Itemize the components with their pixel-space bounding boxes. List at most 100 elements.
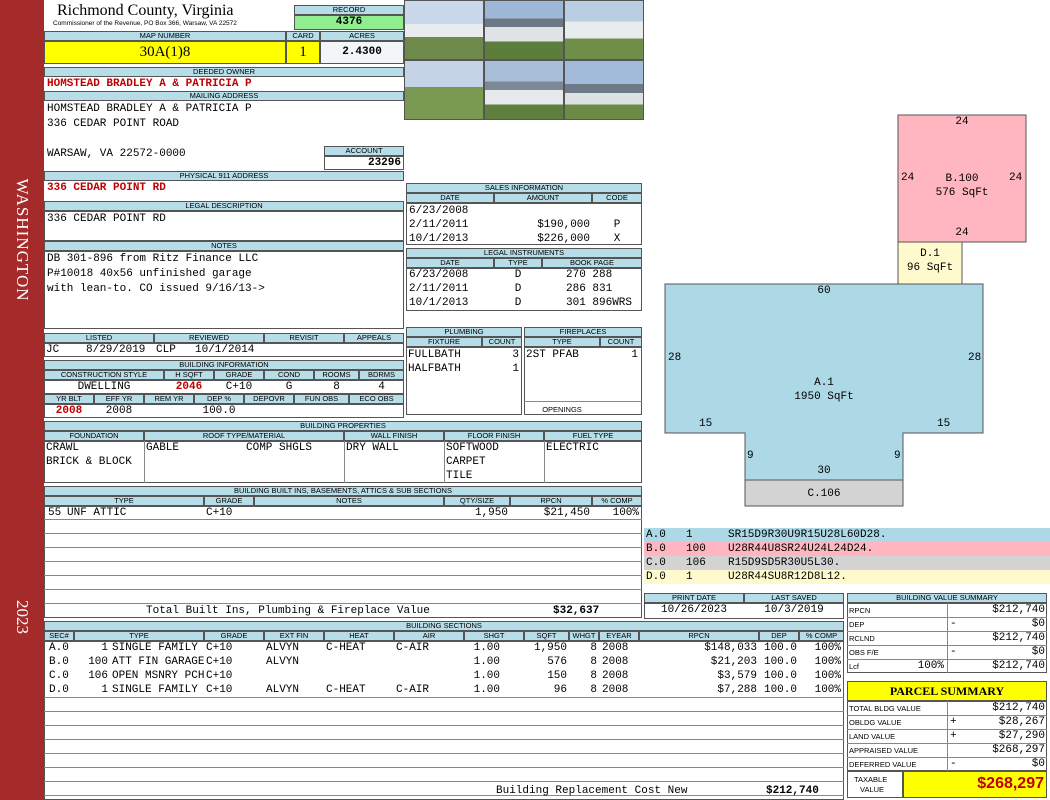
dim-label: 30 — [817, 465, 831, 477]
bi-qty: 1,950 — [474, 507, 508, 519]
notes-line-2: P#10018 40x56 unfinished garage — [47, 268, 252, 280]
sketch-svg — [664, 114, 1027, 507]
col-rooms: ROOMS — [314, 370, 359, 380]
ps-land-label: LAND VALUE — [849, 732, 896, 741]
photo-3 — [564, 0, 644, 60]
building-sketch: B.100 576 SqFt D.1 96 SqFt A.1 1950 SqFt… — [644, 0, 1050, 528]
section-cell-whgt: 8 — [590, 684, 597, 696]
sections-total-label: Building Replacement Cost New — [496, 785, 688, 797]
li-row-type: D — [514, 297, 522, 309]
section-cell-grade: C+10 — [206, 684, 233, 696]
row-line — [44, 781, 844, 782]
section-cell-type: SINGLE FAMILY — [112, 642, 198, 654]
row-line — [44, 603, 642, 604]
record-header: RECORD — [294, 5, 404, 15]
floor-finish-value: TILE — [446, 470, 473, 482]
sketch-label-b: B.100 — [945, 173, 979, 185]
sales-row-date: 10/1/2013 — [409, 233, 469, 245]
print-date-header: PRINT DATE — [644, 593, 744, 603]
last-saved-header: LAST SAVED — [744, 593, 844, 603]
col-fun-obs: FUN OBS — [294, 394, 349, 404]
mailing-line-1: HOMSTEAD BRADLEY A & PATRICIA P — [47, 103, 252, 115]
eff-yr-value: 2008 — [105, 405, 133, 417]
row-line — [44, 711, 844, 712]
photo-1 — [404, 0, 484, 60]
fireplace-divider — [524, 401, 642, 402]
li-col-date: DATE — [406, 258, 494, 268]
sections-col-header: RPCN — [639, 631, 759, 641]
sections-col-header: AIR — [394, 631, 464, 641]
sales-col-code: CODE — [592, 193, 642, 203]
code-num: 106 — [686, 557, 706, 569]
sales-row-amount: $190,000 — [537, 219, 590, 231]
sales-header: SALES INFORMATION — [406, 183, 642, 193]
card-value: 1 — [299, 44, 307, 60]
section-cell-ext: ALVYN — [266, 656, 300, 668]
sketch-label-d: D.1 — [920, 248, 940, 260]
sales-row-code: X — [613, 233, 621, 245]
sales-col-date: DATE — [406, 193, 494, 203]
listed-by: JC — [46, 344, 60, 356]
col-fuel-type: FUEL TYPE — [544, 431, 642, 441]
vs-lcf-label: Lcf — [849, 662, 860, 671]
section-cell-eyear: 2008 — [602, 670, 629, 682]
section-cell-shgt: 1.00 — [473, 656, 500, 668]
li-row-book: 301 896WRS — [566, 297, 633, 309]
builtins-body — [44, 506, 642, 618]
dim-label: 28 — [668, 352, 682, 364]
plumbing-fixture: FULLBATH — [408, 349, 461, 361]
section-cell-sqft: 150 — [547, 670, 567, 682]
sales-row-date: 6/23/2008 — [409, 205, 469, 217]
li-row-type: D — [514, 283, 522, 295]
col-h-sqft: H SQFT — [164, 370, 214, 380]
row-line — [44, 575, 642, 576]
mailing-line-2: 336 CEDAR POINT ROAD — [47, 118, 180, 130]
taxable-value: $268,297 — [977, 775, 1044, 792]
photo-5 — [484, 60, 564, 120]
cond-value: G — [285, 381, 293, 393]
section-cell-comp: 100% — [814, 656, 841, 668]
roof-type-value: GABLE — [146, 442, 180, 454]
col-cond: COND — [264, 370, 314, 380]
taxable-label: TAXABLE — [854, 775, 888, 784]
ps-appraised-label: APPRAISED VALUE — [849, 746, 919, 755]
li-col-type: TYPE — [494, 258, 542, 268]
row-line — [44, 589, 642, 590]
reviewed-header: REVIEWED — [154, 333, 264, 343]
sketch-label-a: A.1 — [814, 377, 834, 389]
li-row-date: 6/23/2008 — [409, 269, 469, 281]
plumbing-header: PLUMBING — [406, 327, 522, 337]
fireplaces-header: FIREPLACES — [524, 327, 642, 337]
section-cell-sqft: 1,950 — [533, 642, 567, 654]
ps-divider — [947, 701, 948, 771]
ps-obldg-label: OBLDG VALUE — [849, 718, 902, 727]
section-cell-sec: A.0 — [49, 642, 69, 654]
card-header: CARD — [286, 31, 320, 41]
section-cell-dep: 100.0 — [763, 642, 797, 654]
code-num: 100 — [686, 543, 706, 555]
photo-6 — [564, 60, 644, 120]
sections-col-header: TYPE — [74, 631, 204, 641]
vs-lcf-pct: 100% — [917, 660, 944, 672]
bi-col-comp: % COMP — [592, 496, 642, 506]
building-info-header: BUILDING INFORMATION — [44, 360, 404, 370]
prop-divider — [144, 441, 145, 483]
notes-header: NOTES — [44, 241, 404, 251]
bi-grade: C+10 — [206, 507, 233, 519]
section-cell-rpcn: $3,579 — [717, 670, 757, 682]
section-cell-shgt: 1.00 — [473, 642, 500, 654]
section-cell-rpcn: $21,203 — [710, 656, 757, 668]
ps-obldg-value: $28,267 — [998, 716, 1045, 728]
bi-col-qty: QTY/SIZE — [444, 496, 510, 506]
plumbing-count: 3 — [512, 349, 519, 361]
plumbing-count: 1 — [512, 363, 519, 375]
ps-bldg-label: TOTAL BLDG VALUE — [849, 704, 921, 713]
sales-row-date: 2/11/2011 — [409, 219, 469, 231]
map-number-value: 30A(1)8 — [139, 44, 191, 60]
floor-finish-value: SOFTWOOD — [446, 442, 499, 454]
prop-divider — [544, 441, 545, 483]
li-col-book: BOOK PAGE — [542, 258, 642, 268]
fireplace-col-type: TYPE — [524, 337, 600, 347]
sections-col-header: DEP — [759, 631, 799, 641]
col-floor-finish: FLOOR FINISH — [444, 431, 544, 441]
